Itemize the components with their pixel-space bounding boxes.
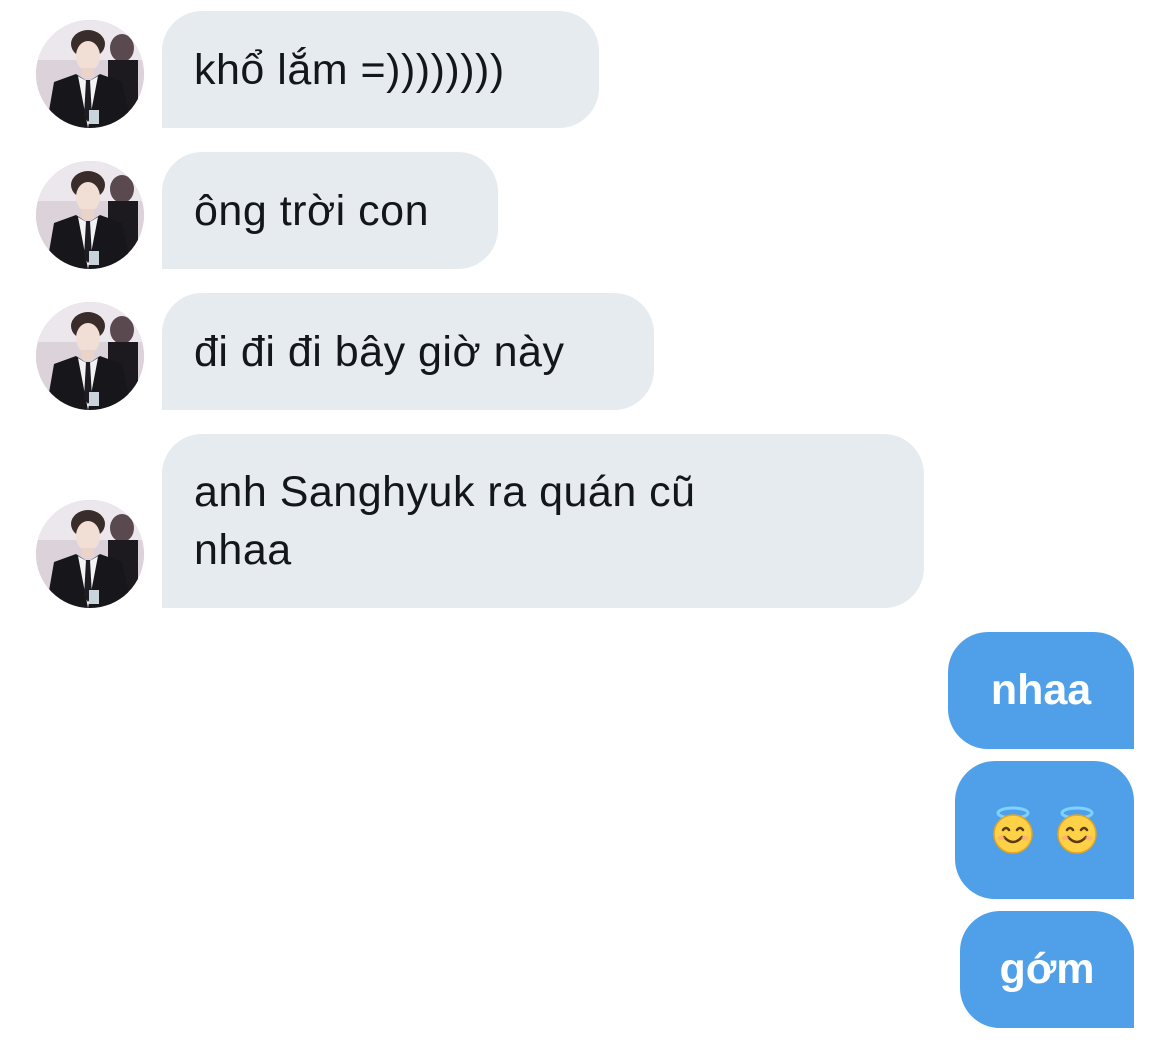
outgoing-emoji-bubble[interactable] [955, 761, 1134, 899]
message-text: anh Sanghyuk ra quán cũ nhaa [194, 468, 696, 574]
smiling-face-with-halo-icon [1056, 806, 1097, 854]
avatar-photo [36, 161, 144, 269]
message-text: khổ lắm =)))))))) [194, 45, 505, 94]
incoming-message-bubble[interactable]: đi đi đi bây giờ này [162, 293, 654, 410]
smiling-face-with-halo-icon [992, 806, 1033, 854]
avatar-photo [36, 500, 144, 608]
emoji-group [989, 806, 1101, 854]
avatar[interactable] [36, 302, 144, 410]
avatar-photo [36, 20, 144, 128]
avatar[interactable] [36, 500, 144, 608]
outgoing-message-bubble[interactable]: gớm [960, 911, 1134, 1028]
incoming-message-bubble[interactable]: anh Sanghyuk ra quán cũ nhaa [162, 434, 924, 608]
avatar-photo [36, 302, 144, 410]
incoming-message-bubble[interactable]: khổ lắm =)))))))) [162, 11, 599, 128]
message-text: ông trời con [194, 186, 429, 235]
message-text: nhaa [990, 666, 1092, 714]
avatar[interactable] [36, 20, 144, 128]
outgoing-message-bubble[interactable]: nhaa [948, 632, 1134, 749]
avatar[interactable] [36, 161, 144, 269]
message-text: đi đi đi bây giờ này [194, 327, 565, 376]
message-text: gớm [999, 945, 1095, 993]
incoming-message-bubble[interactable]: ông trời con [162, 152, 498, 269]
